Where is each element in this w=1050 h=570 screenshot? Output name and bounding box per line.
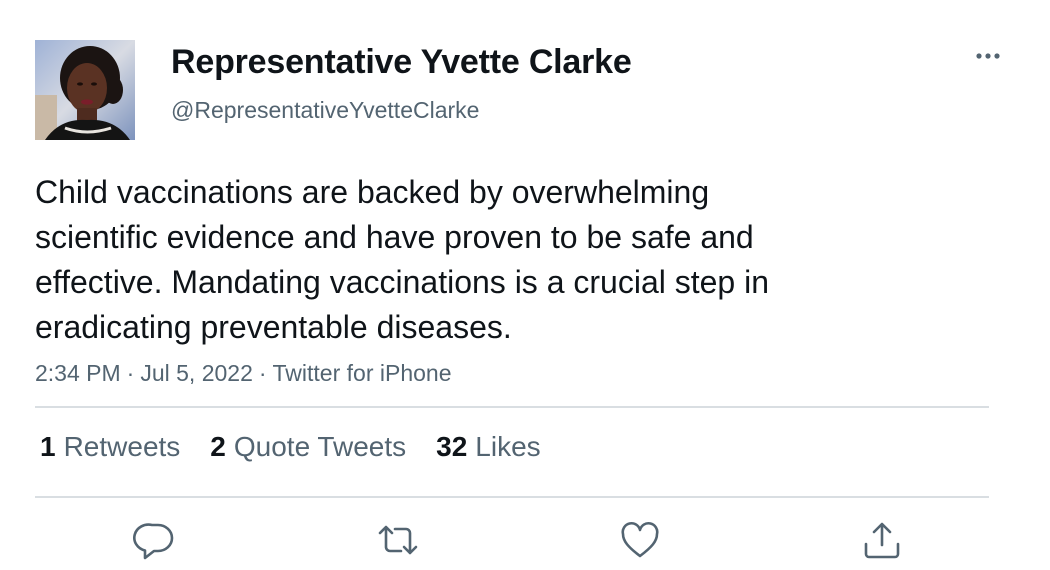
share-icon xyxy=(864,522,900,559)
separator: · xyxy=(258,360,267,386)
tweet-source[interactable]: Twitter for iPhone xyxy=(273,360,452,386)
tweet-text-line: effective. Mandating vaccinations is a c… xyxy=(35,264,770,300)
user-handle[interactable]: @RepresentativeYvetteClarke xyxy=(171,97,479,124)
more-horizontal-icon xyxy=(976,53,1000,59)
retweets-count: 1 xyxy=(40,431,56,462)
share-button[interactable] xyxy=(860,518,904,562)
retweet-button[interactable] xyxy=(376,518,420,562)
like-button[interactable] xyxy=(618,518,662,562)
more-options-button[interactable] xyxy=(972,44,1006,68)
likes-stat[interactable]: 32 Likes xyxy=(436,431,541,463)
quote-tweets-label: Quote Tweets xyxy=(233,431,407,462)
avatar[interactable] xyxy=(35,40,135,140)
tweet-text-line: Child vaccinations are backed by overwhe… xyxy=(35,174,710,210)
separator: · xyxy=(126,360,135,386)
divider xyxy=(35,496,989,498)
likes-count: 32 xyxy=(436,431,468,462)
tweet-time[interactable]: 2:34 PM xyxy=(35,360,121,386)
tweet-metadata: 2:34 PM · Jul 5, 2022 · Twitter for iPhone xyxy=(35,360,452,387)
display-name[interactable]: Representative Yvette Clarke xyxy=(171,43,632,82)
tweet-text-line: eradicating preventable diseases. xyxy=(35,309,512,345)
tweet-text-line: scientific evidence and have proven to b… xyxy=(35,219,754,255)
engagement-stats: 1 Retweets 2 Quote Tweets 32 Likes xyxy=(40,431,541,463)
retweet-icon xyxy=(378,525,418,555)
profile-photo-icon xyxy=(35,40,135,140)
reply-icon xyxy=(133,523,174,560)
divider xyxy=(35,406,989,408)
likes-label: Likes xyxy=(475,431,541,462)
retweets-label: Retweets xyxy=(63,431,181,462)
quote-tweets-count: 2 xyxy=(210,431,226,462)
tweet-detail: Representative Yvette Clarke @Representa… xyxy=(0,0,1050,570)
retweets-stat[interactable]: 1 Retweets xyxy=(40,431,180,463)
quote-tweets-stat[interactable]: 2 Quote Tweets xyxy=(210,431,406,463)
action-bar xyxy=(0,518,1050,562)
heart-icon xyxy=(621,521,659,558)
tweet-text: Child vaccinations are backed by overwhe… xyxy=(35,170,915,350)
reply-button[interactable] xyxy=(133,518,177,562)
tweet-date[interactable]: Jul 5, 2022 xyxy=(140,360,253,386)
